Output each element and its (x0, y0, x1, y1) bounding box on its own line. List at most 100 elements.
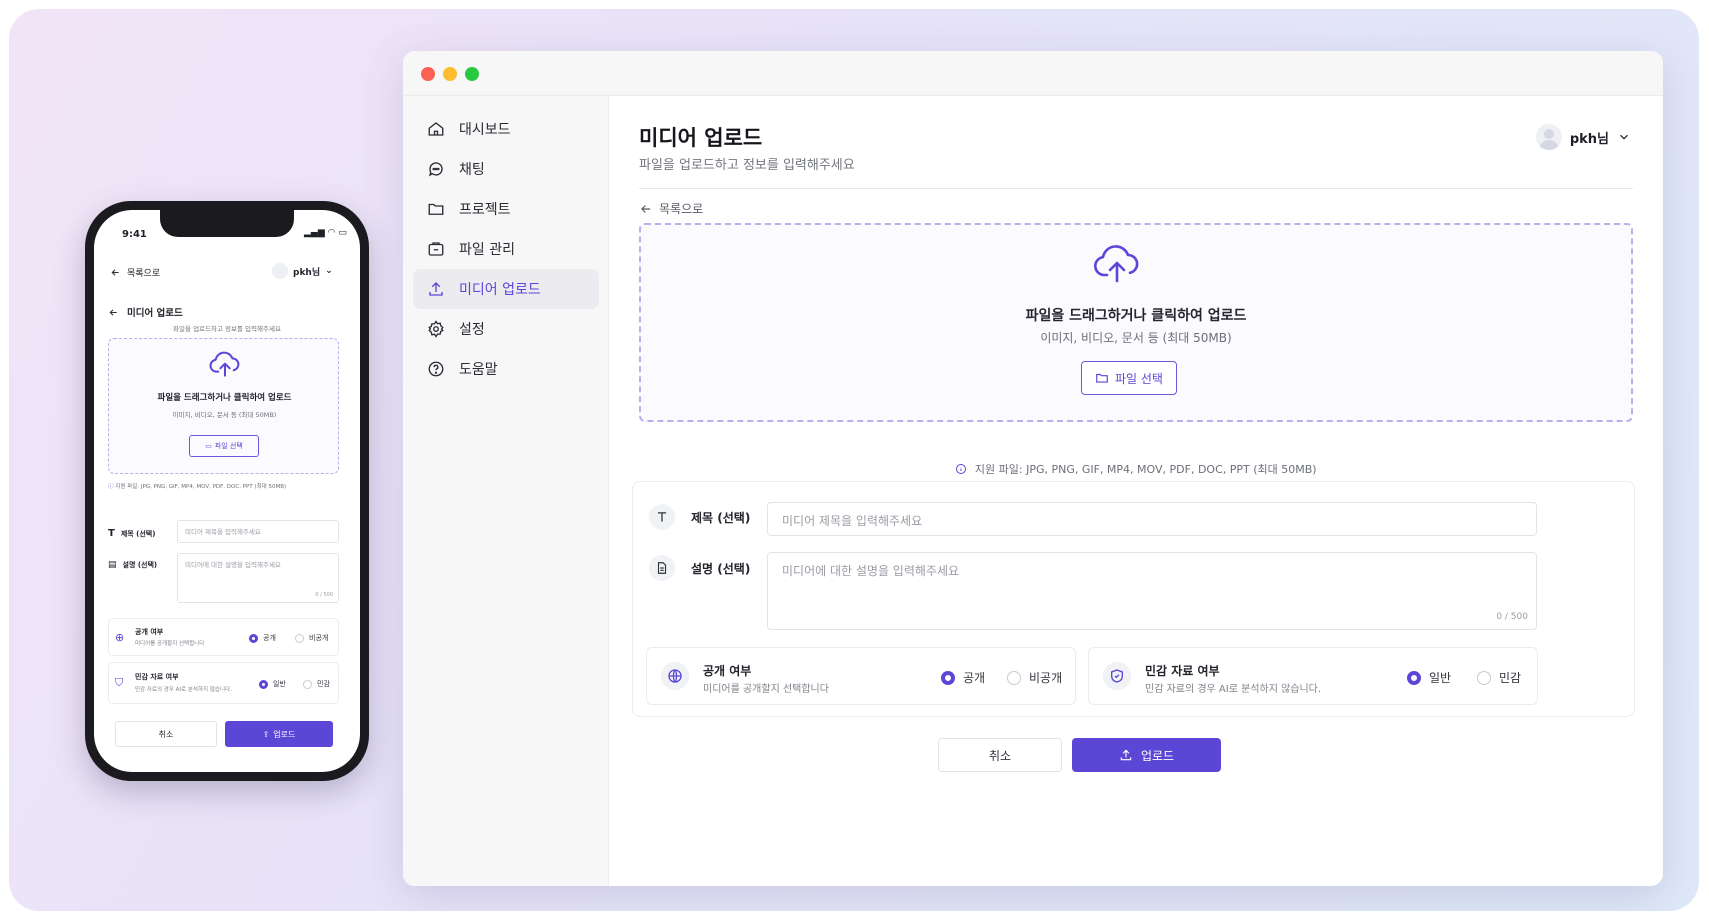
info-icon (956, 464, 967, 474)
sensitivity-sensitive-radio[interactable]: 민감 (1477, 669, 1521, 686)
mobile-title-label: T 제목 (선택) (108, 528, 155, 539)
upload-icon (1120, 749, 1132, 761)
document-icon (649, 555, 675, 581)
description-placeholder: 미디어에 대한 설명을 입력해주세요 (782, 564, 960, 578)
mobile-normal-radio[interactable]: 일반 (259, 679, 286, 689)
select-file-button[interactable]: 파일 선택 (1081, 361, 1177, 395)
radio-label: 일반 (273, 680, 286, 688)
globe-icon: ⊕ (115, 631, 125, 644)
visibility-desc: 미디어를 공개할지 선택합니다 (703, 684, 829, 695)
radio-label: 비공개 (309, 634, 329, 642)
visibility-public-radio[interactable]: 공개 (941, 669, 985, 686)
mobile-sensitivity-title: 민감 자료 여부 (135, 673, 179, 681)
chat-icon (428, 162, 443, 177)
radio-selected (259, 679, 268, 689)
upload-icon (429, 282, 443, 296)
description-label: 설명 (선택) (649, 555, 750, 581)
info-icon: ⓘ (108, 484, 114, 490)
upload-dropzone[interactable]: 파일을 드래그하거나 클릭하여 업로드 이미지, 비디오, 문서 등 (최대 5… (639, 223, 1633, 422)
visibility-card: 공개 여부 미디어를 공개할지 선택합니다 공개 비공개 (646, 647, 1076, 705)
mobile-cancel-button[interactable]: 취소 (115, 721, 217, 747)
mobile-sensitive-radio[interactable]: 민감 (303, 679, 330, 689)
arrow-left-icon (641, 204, 651, 213)
media-form: 제목 (선택) 미디어 제목을 입력해주세요 설명 (선택) 미디어에 대한 설… (632, 481, 1635, 717)
cancel-button[interactable]: 취소 (938, 738, 1062, 772)
sidebar-item-files[interactable]: 파일 관리 (413, 229, 599, 269)
title-input[interactable]: 미디어 제목을 입력해주세요 (767, 502, 1537, 536)
arrow-left-icon (111, 269, 119, 276)
mobile-desc-label: ▤ 설명 (선택) (108, 560, 157, 570)
mobile-page-title: 미디어 업로드 (108, 305, 183, 319)
folder-icon (1096, 373, 1108, 383)
status-icons: ▂▄▆ ◠ ▭ (304, 228, 347, 238)
phone-screen: 9:41 ▂▄▆ ◠ ▭ 목록으로 pkh님 ⌄ 미디어 업로드 파일을 업로드… (94, 210, 360, 772)
mobile-title-placeholder: 미디어 제목을 입력해주세요 (185, 528, 261, 536)
title-label: 제목 (선택) (649, 504, 750, 530)
mobile-dropzone-subtitle: 이미지, 비디오, 문서 등 (최대 50MB) (172, 411, 277, 419)
visibility-private-radio[interactable]: 비공개 (1007, 669, 1062, 686)
folder-icon: ▭ (205, 442, 212, 450)
sidebar-item-dashboard[interactable]: 대시보드 (413, 109, 599, 149)
sidebar-item-label: 프로젝트 (459, 202, 511, 218)
sidebar-item-settings[interactable]: 설정 (413, 309, 599, 349)
title-bar (403, 51, 1663, 96)
upload-button[interactable]: 업로드 (1072, 738, 1221, 772)
mobile-user-menu[interactable]: pkh님 ⌄ (272, 263, 333, 279)
mobile-supported-hint: ⓘ 지원 파일: JPG, PNG, GIF, MP4, MOV, PDF, D… (108, 482, 286, 490)
user-icon (1538, 129, 1559, 150)
mobile-title-text: 미디어 업로드 (127, 308, 183, 319)
sidebar-item-label: 채팅 (459, 162, 485, 178)
supported-files-hint: 지원 파일: JPG, PNG, GIF, MP4, MOV, PDF, DOC… (609, 461, 1663, 477)
mobile-private-radio[interactable]: 비공개 (295, 633, 328, 643)
minimize-window-button[interactable] (443, 67, 457, 81)
document-icon: ▤ (108, 560, 117, 570)
description-textarea[interactable]: 미디어에 대한 설명을 입력해주세요 0 / 500 (767, 552, 1537, 630)
user-name: pkh님 (1569, 131, 1609, 147)
background: 대시보드 채팅 프로젝트 파일 관리 미디어 업로드 설정 도움말 미디어 업로… (9, 9, 1699, 911)
radio-selected (941, 670, 955, 685)
back-link[interactable]: 목록으로 (639, 200, 703, 217)
help-icon (428, 361, 444, 377)
mobile-subtitle: 파일을 업로드하고 정보를 입력해주세요 (173, 325, 281, 333)
close-window-button[interactable] (421, 67, 435, 81)
radio-unselected (303, 679, 312, 689)
mobile-back-label: 목록으로 (127, 269, 161, 279)
sensitivity-card: 민감 자료 여부 민감 자료의 경우 AI로 분석하지 않습니다. 일반 민감 (1088, 647, 1538, 705)
mobile-upload-button[interactable]: ⇪ 업로드 (225, 721, 333, 747)
home-icon (428, 122, 444, 136)
mobile-title-input[interactable]: 미디어 제목을 입력해주세요 (177, 520, 339, 543)
sensitivity-normal-radio[interactable]: 일반 (1407, 669, 1451, 686)
shield-icon (1103, 662, 1131, 690)
radio-unselected (1007, 670, 1021, 685)
mobile-select-file-button[interactable]: ▭ 파일 선택 (189, 435, 259, 457)
avatar (272, 263, 288, 279)
mobile-dropzone[interactable]: 파일을 드래그하거나 클릭하여 업로드 이미지, 비디오, 문서 등 (최대 5… (108, 338, 339, 474)
page-subtitle: 파일을 업로드하고 정보를 입력해주세요 (639, 158, 855, 173)
cloud-upload-icon (1094, 245, 1139, 283)
phone-mockup: 9:41 ▂▄▆ ◠ ▭ 목록으로 pkh님 ⌄ 미디어 업로드 파일을 업로드… (85, 201, 369, 781)
upload-icon: ⇪ (262, 729, 270, 739)
maximize-window-button[interactable] (465, 67, 479, 81)
mobile-desc-textarea[interactable]: 미디어에 대한 설명을 입력해주세요 0 / 500 (177, 553, 339, 603)
user-menu[interactable]: pkh님 (1535, 124, 1631, 150)
shield-icon: ⛉ (115, 676, 124, 689)
folder-icon (428, 203, 444, 215)
avatar (1535, 124, 1562, 150)
mobile-desc-label-text: 설명 (선택) (122, 561, 158, 569)
mobile-visibility-card: ⊕ 공개 여부 미디어를 공개할지 선택합니다 공개 비공개 (108, 618, 339, 656)
mobile-supported-text: 지원 파일: JPG, PNG, GIF, MP4, MOV, PDF, DOC… (115, 484, 287, 490)
mobile-public-radio[interactable]: 공개 (249, 633, 276, 643)
mobile-visibility-title: 공개 여부 (135, 628, 164, 636)
sidebar-item-media-upload[interactable]: 미디어 업로드 (413, 269, 599, 309)
sensitivity-desc: 민감 자료의 경우 AI로 분석하지 않습니다. (1145, 684, 1322, 695)
radio-selected (249, 633, 258, 643)
sidebar-item-help[interactable]: 도움말 (413, 349, 599, 389)
text-icon (649, 504, 675, 530)
sidebar-item-project[interactable]: 프로젝트 (413, 189, 599, 229)
gear-icon (428, 320, 444, 338)
sidebar-item-chat[interactable]: 채팅 (413, 149, 599, 189)
radio-label: 비공개 (1029, 671, 1063, 685)
mobile-back-link[interactable]: 목록으로 (110, 266, 160, 279)
upload-label: 업로드 (1140, 748, 1175, 763)
arrow-left-icon (109, 308, 117, 316)
